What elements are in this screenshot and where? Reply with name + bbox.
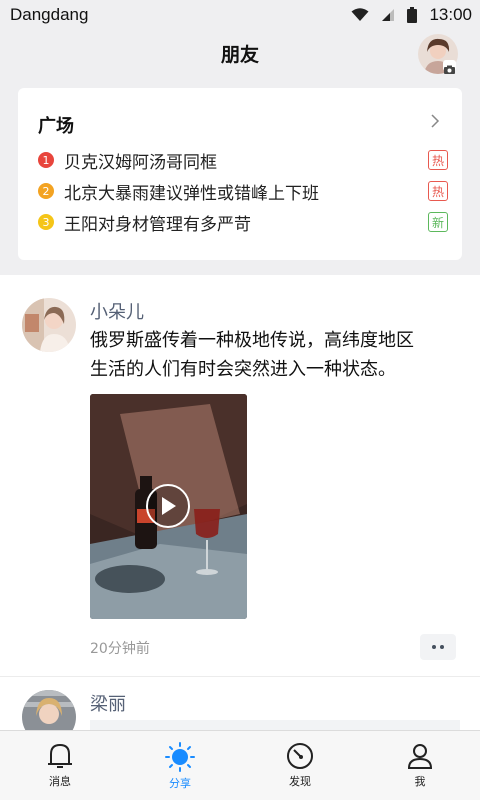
status-icons: 13:00 [351, 5, 472, 25]
battery-icon [407, 7, 418, 23]
hot-topic-text: 贝克汉姆阿汤哥同框 [64, 152, 217, 173]
carrier-name: Dangdang [10, 5, 89, 24]
tab-label: 分享 [169, 777, 191, 790]
bell-icon [48, 743, 72, 768]
hot-topic-item[interactable]: 3 王阳对身材管理有多严苛 新 [38, 210, 448, 235]
tab-label: 消息 [49, 775, 71, 788]
post-content-preview [90, 720, 460, 730]
hot-topic-item[interactable]: 1 贝克汉姆阿汤哥同框 热 [38, 148, 448, 173]
rank-badge: 2 [38, 183, 54, 199]
plaza-title: 广场 [38, 116, 74, 137]
tab-bar: 消息 分享 发现 我 [0, 730, 480, 800]
play-icon[interactable] [146, 484, 190, 528]
post-text-line: 俄罗斯盛传着一种极地传说，高纬度地区 [90, 330, 414, 351]
plaza-card[interactable]: 广场 1 贝克汉姆阿汤哥同框 热 2 北京大暴雨建议弹性或错峰上下班 热 3 王… [18, 88, 462, 260]
more-options-button[interactable] [420, 634, 456, 660]
rank-badge: 1 [38, 152, 54, 168]
dot-icon [432, 645, 436, 649]
signal-icon [382, 9, 395, 21]
post-text: 俄罗斯盛传着一种极地传说，高纬度地区 生活的人们有时会突然进入一种状态。 [90, 326, 460, 384]
tab-label: 我 [414, 775, 426, 788]
post-author-name[interactable]: 梁丽 [90, 690, 126, 716]
post-author-avatar[interactable] [22, 298, 76, 352]
page-title: 朋友 [220, 44, 259, 66]
tab-label: 发现 [289, 775, 311, 788]
status-bar: Dangdang 13:00 [0, 0, 480, 30]
divider [0, 676, 480, 677]
chevron-right-icon[interactable] [430, 114, 440, 128]
tab-me[interactable]: 我 [360, 731, 480, 800]
post-time: 20分钟前 [90, 641, 150, 657]
wifi-icon [351, 8, 369, 21]
hot-topic-text: 王阳对身材管理有多严苛 [64, 214, 251, 235]
new-tag: 新 [428, 212, 448, 232]
compass-icon [287, 743, 313, 769]
tab-share[interactable]: 分享 [120, 731, 240, 800]
hot-tag: 热 [428, 181, 448, 201]
sun-icon [165, 742, 195, 772]
person-icon [407, 744, 433, 769]
hot-topic-item[interactable]: 2 北京大暴雨建议弹性或错峰上下班 热 [38, 179, 448, 204]
hot-tag: 热 [428, 150, 448, 170]
tab-discover[interactable]: 发现 [240, 731, 360, 800]
rank-badge: 3 [38, 214, 54, 230]
status-time: 13:00 [429, 5, 472, 24]
post-text-line: 生活的人们有时会突然进入一种状态。 [90, 359, 396, 380]
hot-topic-text: 北京大暴雨建议弹性或错峰上下班 [64, 183, 319, 204]
tab-messages[interactable]: 消息 [0, 731, 120, 800]
post-author-name[interactable]: 小朵儿 [90, 298, 144, 324]
camera-icon[interactable] [443, 60, 456, 74]
dot-icon [440, 645, 444, 649]
